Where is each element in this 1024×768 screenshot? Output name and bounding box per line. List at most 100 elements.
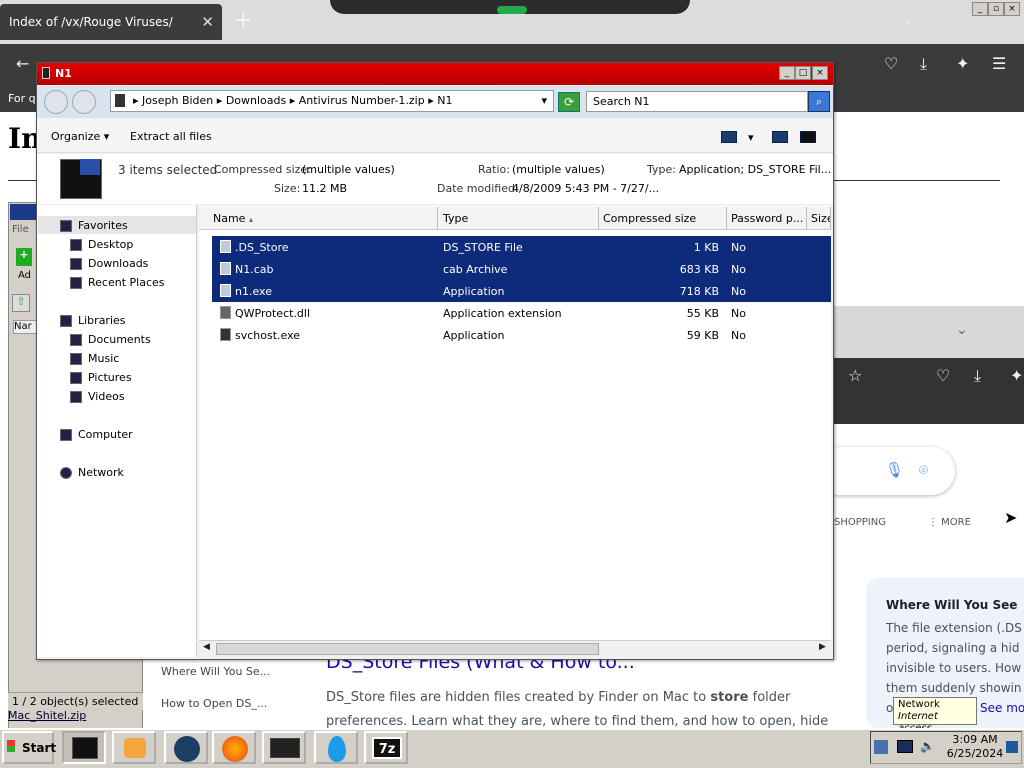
chevron-down-icon[interactable]: ⌄: [956, 322, 968, 338]
back-arrow-icon[interactable]: ←: [16, 54, 29, 73]
nav-pictures[interactable]: Pictures: [70, 371, 132, 384]
browser2-tab-bar: [834, 306, 1024, 358]
help-icon[interactable]: [800, 131, 816, 143]
scroll-right-icon[interactable]: ▶: [819, 642, 826, 652]
extensions-icon[interactable]: ✦: [956, 54, 969, 73]
nav-recent[interactable]: Recent Places: [70, 276, 165, 289]
download-icon[interactable]: ⤓: [920, 54, 927, 74]
add-icon[interactable]: +: [16, 248, 32, 266]
breadcrumb-item[interactable]: Joseph Biden: [142, 94, 213, 107]
preview-pane-icon[interactable]: [772, 131, 788, 143]
taskbar-7zip[interactable]: 7z: [364, 731, 408, 764]
nav-music[interactable]: Music: [70, 352, 119, 365]
taskbar-explorer[interactable]: [62, 731, 106, 764]
lens-icon[interactable]: ⌾: [919, 461, 928, 479]
back-button[interactable]: [44, 90, 68, 114]
view-icon[interactable]: [721, 131, 737, 143]
breadcrumb-item[interactable]: Antivirus Number-1.zip: [299, 94, 425, 107]
breadcrumb-item[interactable]: Downloads: [226, 94, 286, 107]
tray-app-icon[interactable]: [874, 740, 888, 754]
extensions-icon[interactable]: ✦: [1010, 366, 1023, 385]
file-row[interactable]: N1.cab cab Archive 683 KB No: [212, 258, 831, 280]
close-icon[interactable]: ✕: [201, 4, 214, 40]
column-size[interactable]: Size: [807, 207, 831, 230]
column-name[interactable]: Name ▴: [199, 207, 438, 230]
scrollbar-thumb[interactable]: [216, 643, 599, 655]
extract-all-button[interactable]: Extract all files: [130, 130, 212, 143]
refresh-button[interactable]: ⟳: [558, 92, 580, 112]
snippet-title: Where Will You See: [886, 598, 1018, 612]
size-label: Size:: [274, 182, 301, 195]
breadcrumb-item[interactable]: N1: [437, 94, 452, 107]
result-side-item[interactable]: Where Will You Se...: [161, 665, 270, 678]
taskbar-monitor[interactable]: [262, 731, 306, 764]
nav-network[interactable]: Network: [60, 466, 124, 479]
extract-icon[interactable]: ⇧: [12, 294, 30, 312]
bookmark-item[interactable]: For q: [8, 92, 36, 105]
minimize-button[interactable]: _: [972, 2, 988, 16]
nav-computer[interactable]: Computer: [60, 428, 133, 441]
chevron-down-icon[interactable]: ▾: [748, 131, 754, 144]
menu-icon[interactable]: ☰: [992, 54, 1006, 73]
file-row[interactable]: n1.exe Application 718 KB No: [212, 280, 831, 302]
star-icon[interactable]: ☆: [848, 366, 862, 385]
7zip-icon: 7z: [372, 737, 402, 759]
pocket-icon[interactable]: ♡: [936, 366, 950, 385]
nav-downloads[interactable]: Downloads: [70, 257, 148, 270]
file-row[interactable]: .DS_Store DS_STORE File 1 KB No: [212, 236, 831, 258]
forward-button[interactable]: [72, 90, 96, 114]
file-compressed-size: 718 KB: [679, 285, 719, 298]
media-player-icon: [124, 738, 146, 758]
cab-archive-icon: [220, 262, 231, 275]
ratio-value: (multiple values): [512, 163, 605, 176]
close-button[interactable]: ×: [812, 66, 828, 80]
sort-asc-icon: ▴: [248, 215, 253, 224]
tab-shopping[interactable]: SHOPPING: [834, 517, 886, 528]
column-password[interactable]: Password p...: [727, 207, 807, 230]
result-side-item[interactable]: How to Open DS_...: [161, 697, 267, 710]
taskbar-drop[interactable]: [314, 731, 358, 764]
nav-favorites[interactable]: Favorites: [60, 219, 128, 232]
taskbar-media[interactable]: [112, 731, 156, 764]
firefox-icon: [222, 736, 248, 762]
network-icon[interactable]: [897, 740, 913, 753]
restore-button[interactable]: ▫: [988, 2, 1004, 16]
taskbar-globe[interactable]: [164, 731, 208, 764]
organize-label: Organize: [51, 130, 101, 143]
minimize-button[interactable]: _: [779, 66, 795, 80]
maximize-button[interactable]: □: [795, 66, 811, 80]
organize-button[interactable]: Organize ▾: [51, 130, 109, 143]
search-input[interactable]: Search N1: [586, 91, 808, 112]
address-bar[interactable]: ▸ Joseph Biden ▸ Downloads ▸ Antivirus N…: [110, 90, 554, 112]
date-label: Date modified:: [437, 182, 519, 195]
file-row[interactable]: QWProtect.dll Application extension 55 K…: [212, 302, 831, 324]
file-row[interactable]: svchost.exe Application 59 KB No: [212, 324, 831, 346]
chevron-down-icon[interactable]: ⌄: [902, 12, 914, 28]
search-icon[interactable]: ⌕: [808, 91, 830, 112]
nav-desktop[interactable]: Desktop: [70, 238, 133, 251]
close-button[interactable]: ×: [1004, 2, 1020, 16]
browser-tab-active[interactable]: Index of /vx/Rouge Viruses/ ✕: [0, 4, 222, 40]
column-compressed-size[interactable]: Compressed size: [599, 207, 727, 230]
window-title: N1: [37, 63, 833, 85]
file-name: QWProtect.dll: [235, 307, 311, 320]
add-label: Ad: [18, 270, 32, 281]
tab-more[interactable]: ⋮ MORE: [928, 517, 971, 528]
documents-icon: [70, 334, 82, 346]
show-desktop-icon[interactable]: [1006, 741, 1018, 753]
taskbar-firefox[interactable]: [212, 731, 256, 764]
nav-videos[interactable]: Videos: [70, 390, 125, 403]
pocket-icon[interactable]: ♡: [884, 54, 898, 73]
column-type[interactable]: Type: [438, 207, 599, 230]
see-more-link[interactable]: See mo: [980, 701, 1024, 715]
new-tab-button[interactable]: +: [234, 8, 252, 33]
status-bar: 1 / 2 object(s) selected: [8, 692, 143, 710]
dropdown-arrow-icon[interactable]: ▾: [541, 91, 547, 111]
nav-documents[interactable]: Documents: [70, 333, 151, 346]
file-type: cab Archive: [443, 263, 508, 276]
download-icon[interactable]: ⤓: [974, 366, 981, 386]
microphone-icon[interactable]: 🎙: [885, 461, 904, 479]
libraries-icon: [60, 315, 72, 327]
nav-libraries[interactable]: Libraries: [60, 314, 126, 327]
scroll-left-icon[interactable]: ◀: [203, 642, 210, 652]
